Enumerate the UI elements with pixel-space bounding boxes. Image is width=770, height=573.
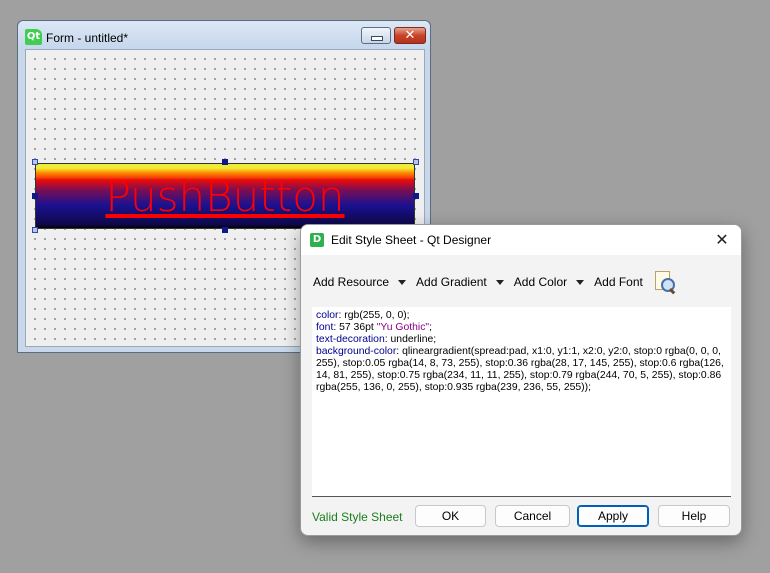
- stylesheet-editor[interactable]: color: rgb(255, 0, 0); font: 57 36pt "Yu…: [312, 307, 731, 497]
- form-close-button[interactable]: ✕: [394, 27, 426, 44]
- css-string: "Yu Gothic": [376, 322, 430, 333]
- chevron-down-icon: [576, 279, 585, 285]
- validity-status: Valid Style Sheet: [312, 510, 403, 524]
- css-property: background-color: [316, 346, 397, 357]
- cancel-button[interactable]: Cancel: [495, 505, 570, 527]
- form-window-title: Form - untitled*: [46, 31, 129, 45]
- form-titlebar[interactable]: Qt Form - untitled* ✕: [18, 21, 430, 49]
- css-property: text-decoration: [316, 334, 385, 345]
- minimize-button[interactable]: [361, 27, 391, 44]
- add-color-button[interactable]: Add Color: [513, 275, 585, 289]
- qt-designer-icon: D: [310, 233, 324, 247]
- edit-style-sheet-dialog: D Edit Style Sheet - Qt Designer ✕ Add R…: [300, 224, 742, 536]
- resize-handle-top-right[interactable]: [413, 159, 419, 165]
- css-value: : 57 36pt: [333, 322, 377, 333]
- stylesheet-toolbar: Add Resource Add Gradient Add Color Add …: [313, 269, 677, 295]
- minimize-icon: [371, 36, 383, 41]
- dialog-close-button[interactable]: ✕: [711, 229, 733, 251]
- css-property: color: [316, 310, 339, 321]
- dialog-footer: Valid Style Sheet OK Cancel Apply Help: [301, 505, 741, 529]
- add-resource-label: Add Resource: [313, 275, 390, 289]
- dialog-title: Edit Style Sheet - Qt Designer: [331, 233, 492, 247]
- push-button[interactable]: PushButton: [35, 163, 415, 229]
- add-font-label: Add Font: [594, 275, 643, 289]
- chevron-down-icon: [495, 279, 504, 285]
- resize-handle-bottom-left[interactable]: [32, 227, 38, 233]
- qt-logo-icon: Qt: [25, 29, 42, 45]
- resize-handle-bottom[interactable]: [222, 227, 228, 233]
- resize-handle-right[interactable]: [413, 193, 419, 199]
- help-button[interactable]: Help: [658, 505, 730, 527]
- add-font-button[interactable]: Add Font: [594, 275, 643, 289]
- add-gradient-button[interactable]: Add Gradient: [416, 275, 504, 289]
- resize-handle-top-left[interactable]: [32, 159, 38, 165]
- magnifier-document-icon[interactable]: [653, 270, 677, 295]
- resize-handle-left[interactable]: [32, 193, 38, 199]
- chevron-down-icon: [398, 279, 407, 285]
- css-value: : rgb(255, 0, 0);: [338, 310, 410, 321]
- add-resource-button[interactable]: Add Resource: [313, 275, 407, 289]
- dialog-titlebar[interactable]: D Edit Style Sheet - Qt Designer ✕: [301, 225, 741, 255]
- add-color-label: Add Color: [513, 275, 568, 289]
- add-gradient-label: Add Gradient: [416, 275, 487, 289]
- ok-button[interactable]: OK: [415, 505, 486, 527]
- resize-handle-top[interactable]: [222, 159, 228, 165]
- css-value: : underline;: [384, 334, 437, 345]
- css-property: font: [316, 322, 334, 333]
- css-value: ;: [429, 322, 433, 333]
- apply-button[interactable]: Apply: [577, 505, 649, 527]
